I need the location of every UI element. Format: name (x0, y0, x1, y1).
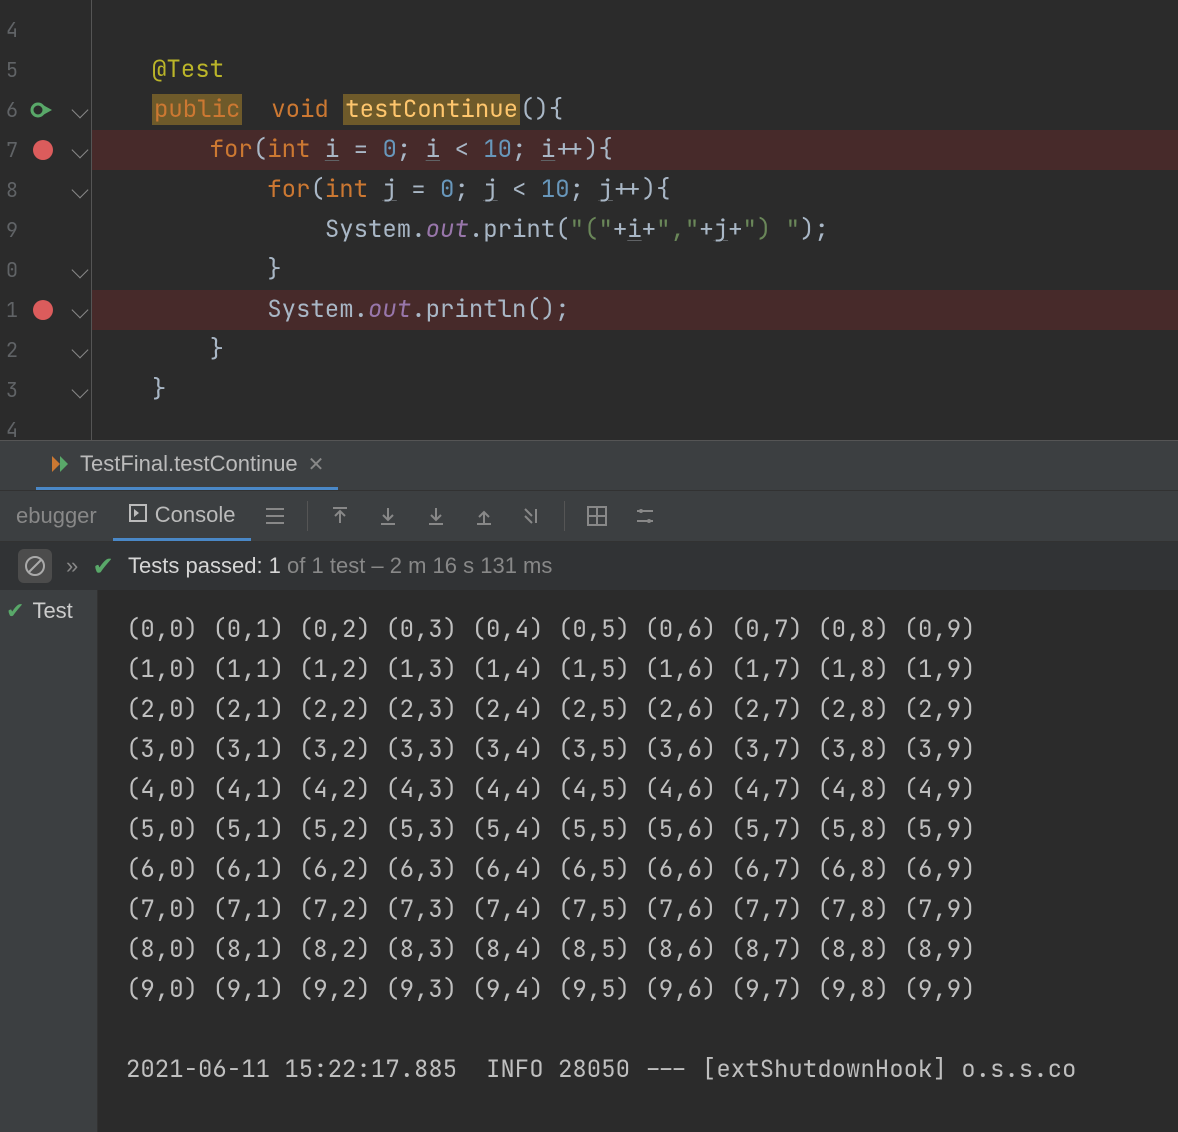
breakpoint-icon[interactable] (33, 140, 53, 160)
run-test-icon[interactable] (30, 98, 54, 127)
literal-ten: 10 (483, 134, 512, 165)
console-tab[interactable]: Console (113, 491, 252, 541)
keyword-void: void (271, 94, 329, 125)
code-editor[interactable]: 45678901234 @Test public void testContin… (0, 0, 1178, 440)
stop-button[interactable] (18, 549, 52, 583)
tests-passed-label: Tests passed: 1 (128, 553, 281, 578)
keyword-public: public (152, 94, 242, 125)
line-number: 6 (0, 90, 18, 130)
log-tail: 2021-06-11 15:22:17.885 INFO 28050 --- [… (126, 1050, 1178, 1090)
code-line: } (92, 370, 1178, 410)
var-i: i (325, 134, 339, 165)
scroll-to-end-icon[interactable] (518, 502, 546, 530)
separator (307, 501, 308, 531)
code-line: } (92, 330, 1178, 370)
literal-zero: 0 (382, 134, 396, 165)
method-name: testContinue (343, 94, 520, 125)
code-line (92, 410, 1178, 450)
line-number: 9 (0, 210, 18, 250)
code-line: System.out.print("("+i+","+j+") "); (92, 210, 1178, 250)
settings-sliders-icon[interactable] (631, 502, 659, 530)
close-icon[interactable]: ✕ (308, 452, 325, 477)
field-out: out (426, 214, 469, 245)
fold-handle-icon[interactable] (72, 382, 89, 399)
separator (564, 501, 565, 531)
line-number: 0 (0, 250, 18, 290)
tests-summary: of 1 test – 2 m 16 s 131 ms (281, 553, 552, 578)
keyword-int: int (267, 134, 310, 165)
fold-handle-icon[interactable] (72, 342, 89, 359)
fold-handle-icon[interactable] (72, 302, 89, 319)
test-status-bar: » ✔ Tests passed: 1 of 1 test – 2 m 16 s… (0, 542, 1178, 590)
fold-handle-icon[interactable] (72, 102, 89, 119)
line-number: 3 (0, 370, 18, 410)
annotation: @Test (152, 54, 224, 85)
code-line (92, 10, 1178, 50)
test-tree-item[interactable]: ✔ Test (0, 598, 97, 624)
line-number: 4 (0, 10, 18, 50)
fold-handle-icon[interactable] (72, 262, 89, 279)
download-icon-2[interactable] (422, 502, 450, 530)
line-number: 1 (0, 290, 18, 330)
lower-panel: ✔ Test (0,0) (0,1) (0,2) (0,3) (0,4) (0,… (0, 590, 1178, 1132)
test-tree-label: Test (32, 598, 72, 624)
code-line: } (92, 250, 1178, 290)
code-line: @Test (92, 50, 1178, 90)
grid-icon[interactable] (583, 502, 611, 530)
code-line: for(int j = 0; j < 10; j++){ (92, 170, 1178, 210)
check-icon: ✔ (6, 598, 24, 624)
download-icon[interactable] (374, 502, 402, 530)
line-number: 2 (0, 330, 18, 370)
var-j: j (382, 174, 396, 205)
chevron-right-icon[interactable]: » (66, 553, 78, 579)
upload-icon[interactable] (470, 502, 498, 530)
console-output[interactable]: (0,0) (0,1) (0,2) (0,3) (0,4) (0,5) (0,6… (98, 590, 1178, 1132)
code-line-breakpoint: System.out.println(); (92, 290, 1178, 330)
console-icon (129, 502, 147, 528)
code-line-breakpoint: for(int i = 0; i < 10; i++){ (92, 130, 1178, 170)
stop-icon (24, 555, 46, 577)
export-up-icon[interactable] (326, 502, 354, 530)
test-tree[interactable]: ✔ Test (0, 590, 98, 1132)
fold-gutter[interactable] (68, 0, 92, 440)
line-number-gutter: 45678901234 (0, 0, 18, 440)
line-number: 7 (0, 130, 18, 170)
keyword-for: for (210, 134, 253, 165)
check-icon: ✔ (92, 551, 114, 582)
breakpoint-icon[interactable] (33, 300, 53, 320)
debugger-tab[interactable]: ebugger (0, 491, 113, 541)
debug-toolbar: ebugger Console (0, 490, 1178, 542)
test-run-icon (50, 454, 70, 474)
code-line: public void testContinue(){ (92, 90, 1178, 130)
code-area[interactable]: @Test public void testContinue(){ for(in… (92, 0, 1178, 440)
fold-handle-icon[interactable] (72, 142, 89, 159)
list-icon[interactable] (261, 502, 289, 530)
fold-handle-icon[interactable] (72, 182, 89, 199)
line-number: 4 (0, 410, 18, 450)
gutter-icons[interactable] (18, 0, 68, 440)
run-tab-label: TestFinal.testContinue (80, 451, 298, 477)
line-number: 5 (0, 50, 18, 90)
line-number: 8 (0, 170, 18, 210)
